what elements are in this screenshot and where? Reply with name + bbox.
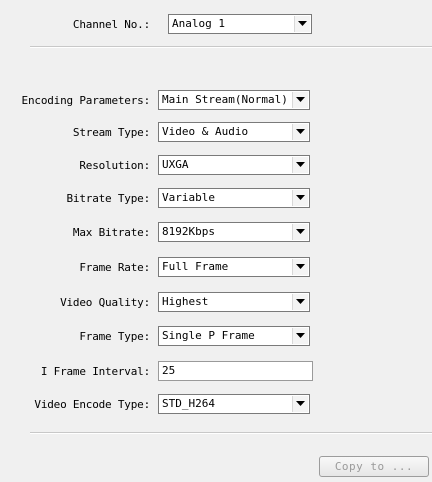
max-bitrate-select[interactable]: 8192Kbps: [158, 222, 310, 242]
resolution-label: Resolution:: [79, 159, 150, 172]
bitrate-type-value: Variable: [162, 191, 215, 204]
frame-type-row: Frame Type: Single P Frame: [0, 326, 432, 348]
chevron-down-icon[interactable]: [292, 294, 308, 310]
frame-rate-select[interactable]: Full Frame: [158, 257, 310, 277]
channel-select[interactable]: Analog 1: [168, 14, 312, 34]
max-bitrate-value: 8192Kbps: [162, 225, 215, 238]
resolution-select[interactable]: UXGA: [158, 155, 310, 175]
video-encode-type-label: Video Encode Type:: [34, 398, 150, 411]
chevron-down-icon[interactable]: [292, 157, 308, 173]
video-encode-type-select[interactable]: STD_H264: [158, 394, 310, 414]
i-frame-interval-row: I Frame Interval: 25: [0, 361, 432, 383]
chevron-down-icon[interactable]: [292, 328, 308, 344]
max-bitrate-row: Max Bitrate: 8192Kbps: [0, 222, 432, 244]
stream-type-select[interactable]: Video & Audio: [158, 122, 310, 142]
divider-bottom: [30, 432, 432, 434]
video-quality-row: Video Quality: Highest: [0, 292, 432, 314]
channel-value: Analog 1: [172, 17, 225, 30]
encoding-parameters-label: Encoding Parameters:: [21, 94, 151, 107]
frame-type-value: Single P Frame: [162, 329, 255, 342]
stream-type-row: Stream Type: Video & Audio: [0, 122, 432, 144]
frame-type-label: Frame Type:: [79, 330, 150, 343]
frame-type-select[interactable]: Single P Frame: [158, 326, 310, 346]
frame-rate-label: Frame Rate:: [79, 261, 150, 274]
divider-top: [30, 46, 432, 48]
chevron-down-icon[interactable]: [292, 92, 308, 108]
resolution-row: Resolution: UXGA: [0, 155, 432, 177]
channel-row: Channel No.: Analog 1: [0, 14, 432, 36]
channel-label: Channel No.:: [72, 18, 150, 31]
max-bitrate-label: Max Bitrate:: [72, 226, 150, 239]
encoding-settings-panel: Channel No.: Analog 1 Encoding Parameter…: [0, 0, 432, 482]
frame-rate-value: Full Frame: [162, 260, 229, 273]
chevron-down-icon[interactable]: [292, 259, 308, 275]
i-frame-interval-label: I Frame Interval:: [40, 365, 150, 378]
copy-to-button[interactable]: Copy to ...: [319, 456, 429, 477]
chevron-down-icon[interactable]: [292, 224, 308, 240]
resolution-value: UXGA: [162, 158, 189, 171]
video-quality-label: Video Quality:: [60, 296, 150, 309]
encoding-parameters-select[interactable]: Main Stream(Normal): [158, 90, 310, 110]
video-quality-select[interactable]: Highest: [158, 292, 310, 312]
frame-rate-row: Frame Rate: Full Frame: [0, 257, 432, 279]
video-encode-type-row: Video Encode Type: STD_H264: [0, 394, 432, 416]
bitrate-type-label: Bitrate Type:: [66, 192, 151, 205]
encoding-parameters-value: Main Stream(Normal): [162, 93, 288, 106]
video-quality-value: Highest: [162, 295, 209, 308]
i-frame-interval-input[interactable]: 25: [158, 361, 313, 381]
chevron-down-icon[interactable]: [294, 16, 310, 32]
chevron-down-icon[interactable]: [292, 190, 308, 206]
bitrate-type-select[interactable]: Variable: [158, 188, 310, 208]
chevron-down-icon[interactable]: [292, 396, 308, 412]
stream-type-label: Stream Type:: [72, 126, 150, 139]
encoding-parameters-row: Encoding Parameters: Main Stream(Normal): [0, 90, 432, 112]
bitrate-type-row: Bitrate Type: Variable: [0, 188, 432, 210]
stream-type-value: Video & Audio: [162, 125, 249, 138]
video-encode-type-value: STD_H264: [162, 397, 215, 410]
chevron-down-icon[interactable]: [292, 124, 308, 140]
